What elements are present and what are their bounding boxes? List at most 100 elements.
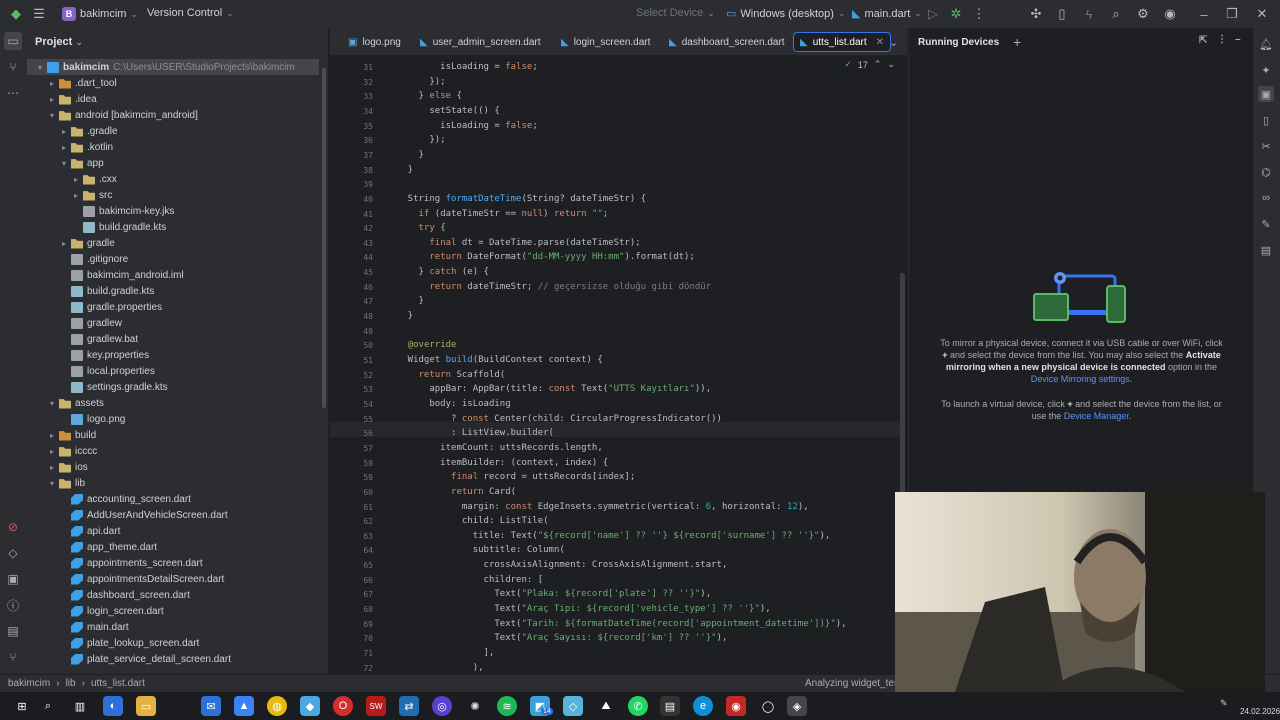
notifications-icon[interactable]: 🔔︎ xyxy=(1258,36,1274,52)
tree-item[interactable]: ▸ .gradle xyxy=(27,123,319,139)
tree-item[interactable]: settings.gradle.kts xyxy=(27,379,319,395)
chevron-up-icon[interactable]: ⌃ xyxy=(874,59,882,70)
tree-item[interactable]: .gitignore xyxy=(27,251,319,267)
edit-icon[interactable]: ✎ xyxy=(1258,216,1274,232)
search-icon[interactable]: ⌕ xyxy=(1108,6,1124,22)
code-line[interactable]: isLoading = false; xyxy=(386,121,538,131)
device-sync-icon[interactable]: ▯ xyxy=(1054,6,1070,22)
more-actions-icon[interactable]: ⋮ xyxy=(971,6,987,22)
editor-tab[interactable]: ◣ user_admin_screen.dart xyxy=(414,32,547,52)
run-icon[interactable]: ▷ xyxy=(925,6,941,22)
layout-inspector-icon[interactable]: ▤ xyxy=(1258,242,1274,258)
flutter-inspector-icon[interactable]: ⊘ xyxy=(4,518,22,536)
opera-icon[interactable]: O xyxy=(333,696,353,716)
running-devices-icon[interactable]: ▣ xyxy=(1258,86,1274,102)
task-view-icon[interactable]: ▥ xyxy=(70,696,90,716)
main-menu-icon[interactable]: ☰ xyxy=(31,6,47,22)
tree-item[interactable]: ▸ .idea xyxy=(27,91,319,107)
tree-item[interactable]: build.gradle.kts xyxy=(27,283,319,299)
debug-icon[interactable]: ✲ xyxy=(948,6,964,22)
code-line[interactable]: subtitle: Column( xyxy=(386,545,565,555)
collapse-icon[interactable]: ▾ xyxy=(47,111,57,120)
commit-icon[interactable]: ⑂ xyxy=(4,58,22,76)
tree-item[interactable]: plate_lookup_screen.dart xyxy=(27,635,319,651)
device-mirroring-settings-link[interactable]: Device Mirroring settings xyxy=(1031,374,1130,384)
plugin-icon[interactable]: ✣ xyxy=(1028,6,1044,22)
code-line[interactable]: }); xyxy=(386,77,445,87)
vcs-menu[interactable]: Version Control ⌄ xyxy=(147,7,234,19)
flutter-hot-reload-icon[interactable]: ϟ xyxy=(1081,6,1097,22)
breadcrumb-item[interactable]: bakimcim xyxy=(8,678,50,689)
collapse-icon[interactable]: ▾ xyxy=(47,479,57,488)
code-line[interactable]: @override xyxy=(386,340,457,350)
editor-tab[interactable]: ◣ login_screen.dart xyxy=(555,32,656,52)
tree-item[interactable]: bakimcim-key.jks xyxy=(27,203,319,219)
app-icon[interactable]: ◇ xyxy=(563,696,583,716)
gemini-icon[interactable]: ✦ xyxy=(1258,62,1274,78)
code-line[interactable]: child: ListTile( xyxy=(386,516,549,526)
terminal-icon[interactable]: ▤ xyxy=(4,622,22,640)
account-icon[interactable]: ◉ xyxy=(1162,6,1178,22)
expand-icon[interactable]: ▸ xyxy=(47,79,57,88)
editor-tab[interactable]: ◣ utts_list.dart ✕ xyxy=(793,32,892,52)
expand-icon[interactable]: ▸ xyxy=(59,239,69,248)
game-app-icon[interactable]: SW xyxy=(366,696,386,716)
tree-item[interactable]: ▸ .dart_tool xyxy=(27,75,319,91)
flutter-outline-icon[interactable]: ⌬ xyxy=(1258,164,1274,180)
tree-item[interactable]: ▸ gradle xyxy=(27,235,319,251)
code-line[interactable]: } xyxy=(386,311,413,321)
problems-icon[interactable]: ⓘ xyxy=(4,596,22,614)
code-line[interactable]: ), xyxy=(386,663,484,673)
tree-item[interactable]: ▾ lib xyxy=(27,475,319,491)
pen-icon[interactable]: ✎ xyxy=(1220,698,1228,709)
tree-item[interactable]: ▾ app xyxy=(27,155,319,171)
code-line[interactable]: } xyxy=(386,150,424,160)
restore-icon[interactable]: ❐ xyxy=(1224,6,1240,22)
app-icon[interactable]: ▲ xyxy=(234,696,254,716)
code-line[interactable]: return Scaffold( xyxy=(386,370,506,380)
terminal-icon[interactable]: ▤ xyxy=(660,696,680,716)
inspection-widget[interactable]: ✓ 17 ⌃ ⌄ xyxy=(844,59,895,70)
expand-icon[interactable]: ▸ xyxy=(71,175,81,184)
open-external-icon[interactable]: ⇱ xyxy=(1199,35,1207,46)
device-selector[interactable]: Select Device ⌄ xyxy=(636,7,715,19)
start-icon[interactable]: ⊞ xyxy=(12,696,32,716)
tree-item[interactable]: gradlew xyxy=(27,315,319,331)
gradle-icon[interactable]: ∞ xyxy=(1258,190,1274,206)
code-line[interactable]: } catch (e) { xyxy=(386,267,489,277)
project-panel-header[interactable]: Project ⌄ xyxy=(35,36,83,48)
run-config-selector[interactable]: ◣ main.dart ⌄ xyxy=(852,7,922,21)
breadcrumb-item[interactable]: utts_list.dart xyxy=(91,678,145,689)
git-icon[interactable]: ⑂ xyxy=(4,648,22,666)
openai-icon[interactable]: ✺ xyxy=(465,696,485,716)
tree-item[interactable]: appointmentsDetailScreen.dart xyxy=(27,571,319,587)
github-icon[interactable]: ◯ xyxy=(758,696,778,716)
search-icon[interactable]: ⌕ xyxy=(38,696,58,716)
code-line[interactable]: title: Text("${record['name'] ?? ''} ${r… xyxy=(386,531,831,541)
build-variants-icon[interactable]: ◇ xyxy=(4,544,22,562)
tree-item[interactable]: gradlew.bat xyxy=(27,331,319,347)
tree-item[interactable]: logo.png xyxy=(27,411,319,427)
code-line[interactable]: try { xyxy=(386,223,446,233)
code-line[interactable]: return DateFormat("dd-MM-yyyy HH:mm").fo… xyxy=(386,252,695,262)
code-line[interactable]: isLoading = false; xyxy=(386,62,538,72)
code-line[interactable]: final dt = DateTime.parse(dateTimeStr); xyxy=(386,238,640,248)
code-line[interactable]: } xyxy=(386,296,424,306)
tree-item[interactable]: plate_service_detail_screen.dart xyxy=(27,651,319,667)
expand-icon[interactable]: ▸ xyxy=(47,463,57,472)
edge-icon[interactable]: e xyxy=(693,696,713,716)
flutter-performance-icon[interactable]: ✂ xyxy=(1258,138,1274,154)
code-line[interactable]: itemBuilder: (context, index) { xyxy=(386,458,608,468)
file-explorer-icon[interactable]: ▭ xyxy=(136,696,156,716)
tree-item[interactable]: ▸ .cxx xyxy=(27,171,319,187)
tree-item[interactable]: login_screen.dart xyxy=(27,603,319,619)
expand-icon[interactable]: ▸ xyxy=(47,447,57,456)
expand-icon[interactable]: ▸ xyxy=(47,95,57,104)
mail-icon[interactable]: ✉ xyxy=(201,696,221,716)
background-task-status[interactable]: Analyzing widget_tes xyxy=(805,678,899,689)
gear-icon[interactable]: ⚙ xyxy=(1135,6,1151,22)
app-icon[interactable]: ◉ xyxy=(726,696,746,716)
tree-item[interactable]: ▸ build xyxy=(27,427,319,443)
whatsapp-icon[interactable]: ✆ xyxy=(628,696,648,716)
code-line[interactable]: if (dateTimeStr == null) return ""; xyxy=(386,209,609,219)
